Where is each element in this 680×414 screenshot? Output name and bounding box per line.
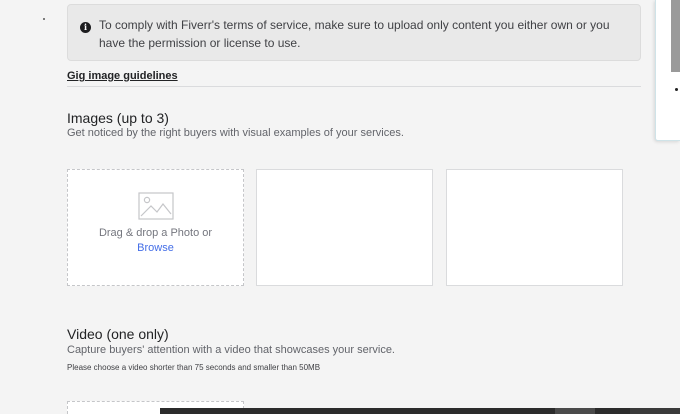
image-slot-2[interactable] [256,169,433,286]
images-section-title: Images (up to 3) [67,110,169,126]
panel-strip [671,0,680,72]
photo-icon [138,192,174,220]
images-section-subtitle: Get noticed by the right buyers with vis… [67,127,404,139]
taskbar [160,408,680,414]
panel-dot [675,88,678,91]
drag-drop-text: Drag & drop a Photo or [98,227,213,239]
notice-text: To comply with Fiverr's terms of service… [99,18,610,50]
side-panel [655,0,680,141]
video-section-title: Video (one only) [67,326,169,342]
terms-notice: i To comply with Fiverr's terms of servi… [67,4,641,61]
stray-dot [43,18,45,20]
browse-link[interactable]: Browse [68,242,243,254]
video-section-subtitle: Capture buyers' attention with a video t… [67,344,395,356]
taskbar-segment [555,408,595,414]
divider [67,86,641,87]
image-upload-dropzone[interactable]: Drag & drop a Photo or Browse [67,169,244,286]
taskbar-segment [630,408,680,414]
image-slot-3[interactable] [446,169,623,286]
video-size-note: Please choose a video shorter than 75 se… [67,363,321,372]
gig-image-guidelines-link[interactable]: Gig image guidelines [67,70,178,82]
info-icon: i [80,22,91,33]
